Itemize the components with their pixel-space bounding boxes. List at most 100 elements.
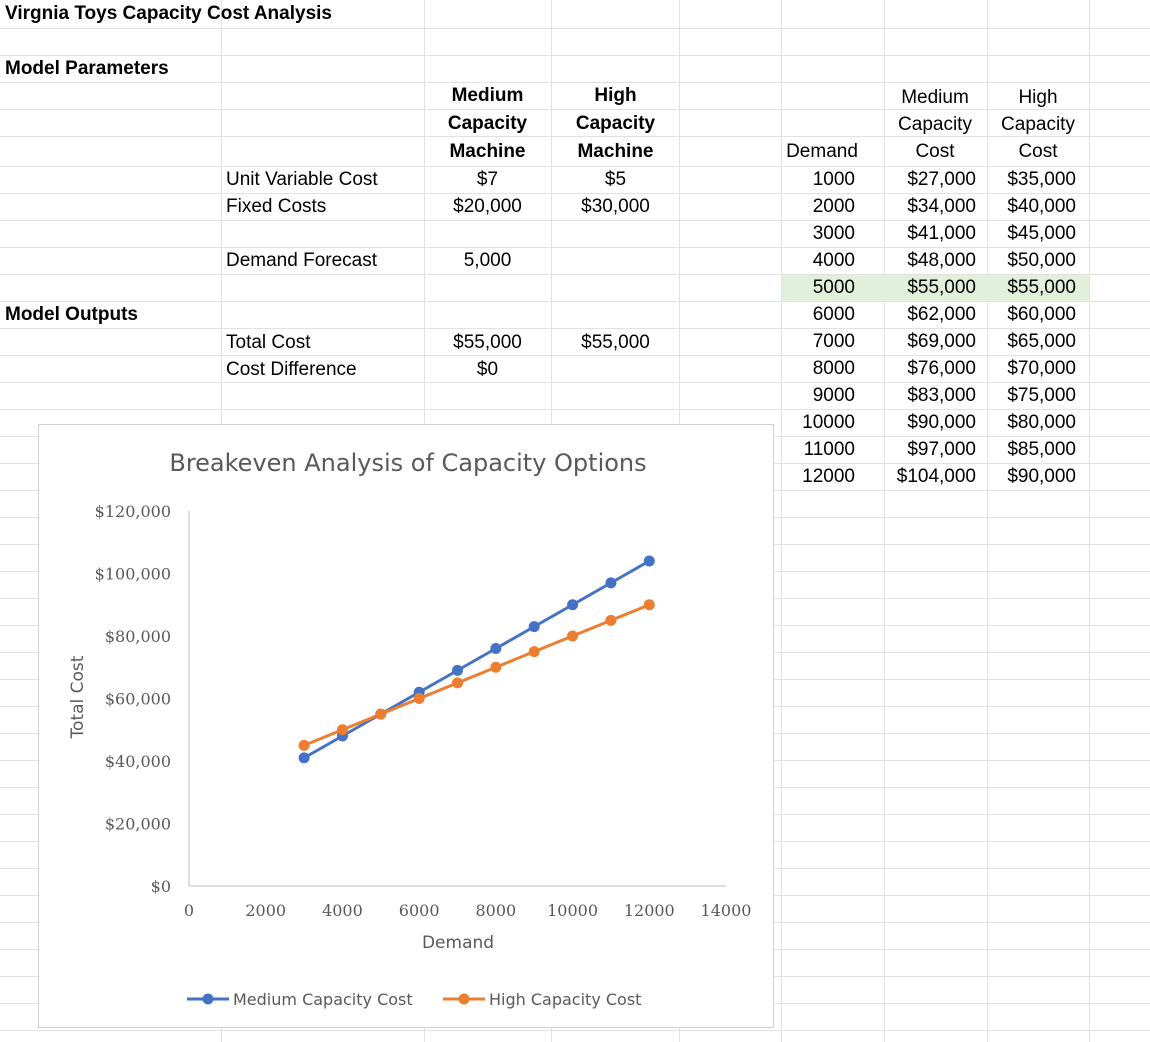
table-cell-demand[interactable]: 3000 xyxy=(781,223,855,245)
header-medium-capacity-machine[interactable]: Medium Capacity Machine xyxy=(425,82,550,166)
chart-xlabel: Demand xyxy=(422,933,494,953)
table-header-medium-line2: Capacity xyxy=(898,114,972,135)
table-cell-high-cost[interactable]: $55,000 xyxy=(987,277,1076,299)
cost-difference-value[interactable]: $0 xyxy=(425,359,550,381)
x-tick-label: 4000 xyxy=(322,901,363,920)
table-cell-demand[interactable]: 8000 xyxy=(781,358,855,380)
table-cell-medium-cost[interactable]: $55,000 xyxy=(884,277,976,299)
chart-axes xyxy=(188,511,726,887)
legend-marker xyxy=(202,993,214,1005)
cost-difference-label[interactable]: Cost Difference xyxy=(226,359,357,381)
header-high-line1: High xyxy=(594,85,637,106)
x-tick-label: 8000 xyxy=(475,901,516,920)
data-point-medium[interactable] xyxy=(528,621,540,633)
table-cell-medium-cost[interactable]: $41,000 xyxy=(884,223,976,245)
data-point-high[interactable] xyxy=(605,614,617,626)
table-cell-high-cost[interactable]: $35,000 xyxy=(987,169,1076,191)
header-high-capacity-machine[interactable]: High Capacity Machine xyxy=(553,82,678,166)
table-header-high-capacity-cost[interactable]: High Capacity Cost xyxy=(987,84,1089,165)
header-medium-line2: Capacity xyxy=(447,113,528,134)
total-cost-medium[interactable]: $55,000 xyxy=(425,332,550,354)
table-header-medium-line1: Medium xyxy=(901,87,969,108)
x-tick-label: 0 xyxy=(184,901,194,920)
table-cell-medium-cost[interactable]: $97,000 xyxy=(884,439,976,461)
y-tick-label: $60,000 xyxy=(105,690,171,709)
chart-canvas: Breakeven Analysis of Capacity Options T… xyxy=(68,449,751,1009)
table-cell-high-cost[interactable]: $65,000 xyxy=(987,331,1076,353)
data-point-high[interactable] xyxy=(375,708,387,720)
legend-marker xyxy=(458,993,470,1005)
fixed-costs-label[interactable]: Fixed Costs xyxy=(226,196,326,218)
unit-variable-cost-label[interactable]: Unit Variable Cost xyxy=(226,169,378,191)
data-point-medium[interactable] xyxy=(452,664,463,676)
data-point-high[interactable] xyxy=(452,677,463,689)
table-cell-demand[interactable]: 7000 xyxy=(781,331,855,353)
data-point-medium[interactable] xyxy=(643,555,655,567)
model-parameters-label[interactable]: Model Parameters xyxy=(5,58,169,80)
table-cell-demand[interactable]: 2000 xyxy=(781,196,855,218)
x-tick-label: 6000 xyxy=(399,901,440,920)
table-cell-demand[interactable]: 5000 xyxy=(781,277,855,299)
y-tick-label: $20,000 xyxy=(105,815,171,834)
data-point-high[interactable] xyxy=(490,661,502,673)
table-cell-high-cost[interactable]: $40,000 xyxy=(987,196,1076,218)
table-cell-demand[interactable]: 4000 xyxy=(781,250,855,272)
table-cell-demand[interactable]: 9000 xyxy=(781,385,855,407)
model-outputs-label[interactable]: Model Outputs xyxy=(5,304,138,326)
header-medium-line3: Machine xyxy=(449,141,526,162)
table-cell-high-cost[interactable]: $80,000 xyxy=(987,412,1076,434)
table-header-medium-capacity-cost[interactable]: Medium Capacity Cost xyxy=(884,84,986,165)
table-cell-medium-cost[interactable]: $104,000 xyxy=(884,466,976,488)
table-cell-medium-cost[interactable]: $48,000 xyxy=(884,250,976,272)
data-point-high[interactable] xyxy=(413,693,425,704)
table-cell-demand[interactable]: 12000 xyxy=(781,466,855,488)
fixed-costs-high[interactable]: $30,000 xyxy=(553,196,678,218)
total-cost-label[interactable]: Total Cost xyxy=(226,332,310,354)
total-cost-high[interactable]: $55,000 xyxy=(553,332,678,354)
data-point-high[interactable] xyxy=(336,724,348,736)
fixed-costs-medium[interactable]: $20,000 xyxy=(425,196,550,218)
table-cell-demand[interactable]: 6000 xyxy=(781,304,855,326)
table-cell-high-cost[interactable]: $70,000 xyxy=(987,358,1076,380)
x-tick-label: 10000 xyxy=(547,901,598,920)
breakeven-chart[interactable]: Breakeven Analysis of Capacity Options T… xyxy=(38,424,774,1028)
table-cell-demand[interactable]: 1000 xyxy=(781,169,855,191)
table-cell-medium-cost[interactable]: $34,000 xyxy=(884,196,976,218)
chart-legend[interactable]: Medium Capacity Cost High Capacity Cost xyxy=(187,990,641,1009)
chart-series xyxy=(298,555,655,764)
table-cell-high-cost[interactable]: $45,000 xyxy=(987,223,1076,245)
table-cell-high-cost[interactable]: $90,000 xyxy=(987,466,1076,488)
table-cell-medium-cost[interactable]: $69,000 xyxy=(884,331,976,353)
table-cell-high-cost[interactable]: $60,000 xyxy=(987,304,1076,326)
series-line-high xyxy=(303,603,650,747)
table-header-demand[interactable]: Demand xyxy=(781,141,863,163)
legend-label[interactable]: Medium Capacity Cost xyxy=(233,990,413,1009)
table-cell-high-cost[interactable]: $85,000 xyxy=(987,439,1076,461)
data-point-medium[interactable] xyxy=(490,643,502,654)
data-point-high[interactable] xyxy=(567,630,579,642)
sheet-title[interactable]: Virgnia Toys Capacity Cost Analysis xyxy=(5,3,332,25)
table-cell-medium-cost[interactable]: $90,000 xyxy=(884,412,976,434)
table-cell-demand[interactable]: 10000 xyxy=(781,412,855,434)
data-point-high[interactable] xyxy=(528,646,540,658)
x-tick-label: 12000 xyxy=(624,901,675,920)
unit-variable-cost-medium[interactable]: $7 xyxy=(425,169,550,191)
table-cell-demand[interactable]: 11000 xyxy=(781,439,855,461)
table-cell-high-cost[interactable]: $75,000 xyxy=(987,385,1076,407)
demand-forecast-label[interactable]: Demand Forecast xyxy=(226,250,377,272)
data-point-medium[interactable] xyxy=(567,599,579,611)
table-cell-medium-cost[interactable]: $27,000 xyxy=(884,169,976,191)
table-cell-medium-cost[interactable]: $62,000 xyxy=(884,304,976,326)
chart-ylabel: Total Cost xyxy=(68,655,88,739)
data-point-high[interactable] xyxy=(643,599,655,611)
table-header-high-line2: Capacity xyxy=(1001,114,1075,135)
table-cell-high-cost[interactable]: $50,000 xyxy=(987,250,1076,272)
data-point-medium[interactable] xyxy=(298,752,310,764)
table-cell-medium-cost[interactable]: $83,000 xyxy=(884,385,976,407)
data-point-high[interactable] xyxy=(298,739,310,751)
legend-label[interactable]: High Capacity Cost xyxy=(489,990,641,1009)
unit-variable-cost-high[interactable]: $5 xyxy=(553,169,678,191)
demand-forecast-value[interactable]: 5,000 xyxy=(425,250,550,272)
table-cell-medium-cost[interactable]: $76,000 xyxy=(884,358,976,380)
data-point-medium[interactable] xyxy=(605,577,617,589)
